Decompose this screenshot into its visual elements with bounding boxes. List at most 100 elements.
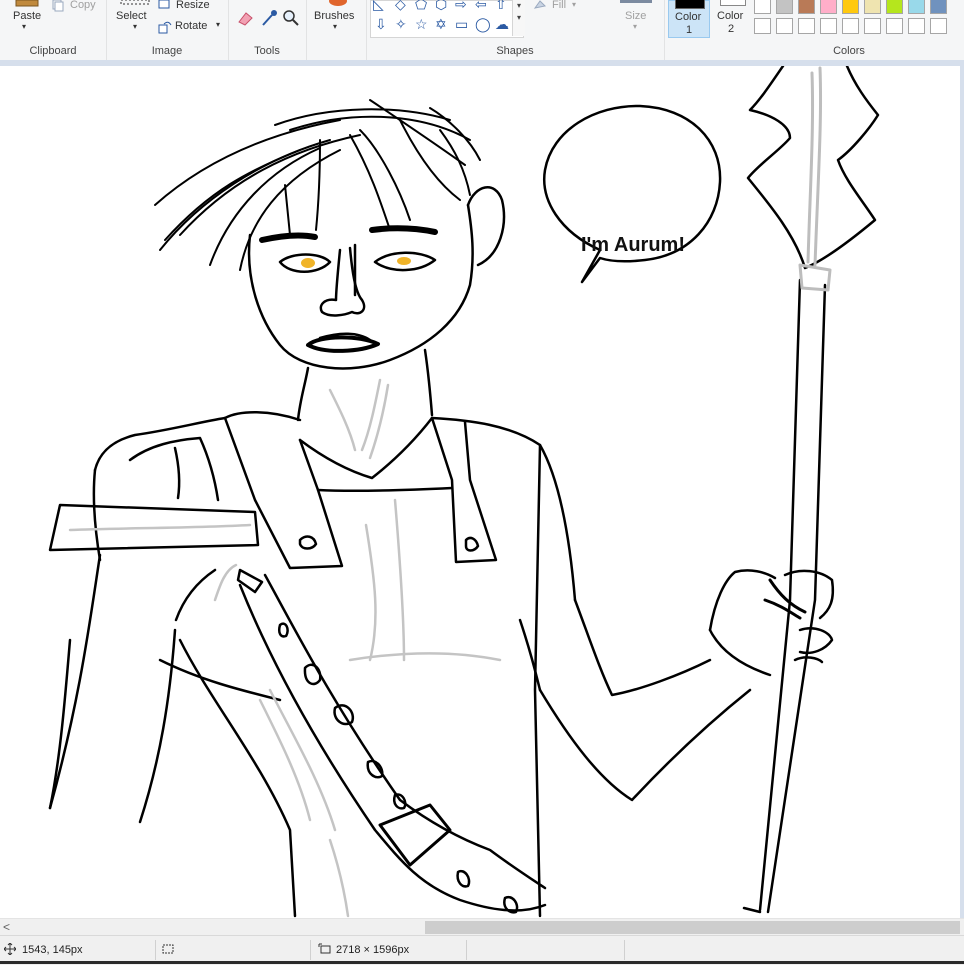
tools-group: Tools [228,0,307,60]
image-group: Select ▾ Resize Rotate ▾ Image [106,0,229,60]
down-arrow-shape-icon[interactable]: ⇩ [375,17,387,31]
left-arrow-shape-icon[interactable]: ⇦ [475,0,487,11]
character-drawing [48,66,880,918]
eraser-icon[interactable] [236,10,254,26]
color1-button[interactable]: Color 1 [668,0,710,38]
scroll-left-arrow-icon[interactable]: < [3,919,10,936]
color-swatch[interactable] [754,18,771,34]
up-arrow-shape-icon[interactable]: ⇧ [495,0,507,11]
cloud-callout-shape-icon[interactable]: ☁ [495,17,509,31]
brushes-label: Brushes [314,10,355,22]
fill-button[interactable]: Fill ▾ [532,0,592,14]
color-swatch[interactable] [820,18,837,34]
clipboard-group: Paste ▾ Copy Clipboard [0,0,107,60]
select-dropdown-icon[interactable]: ▾ [133,22,137,31]
image-size-icon [318,943,331,954]
color-swatch[interactable] [798,0,815,14]
shapes-gallery[interactable]: ◺ ◇ ⬠ ⬡ ⇨ ⇦ ⇧ ⇩ ✧ ☆ ✡ ▭ ◯ ☁ [370,0,524,38]
rotate-button[interactable]: Rotate ▾ [158,19,226,35]
paste-dropdown-icon[interactable]: ▾ [22,22,26,31]
color-swatch[interactable] [820,0,837,14]
rect-callout-shape-icon[interactable]: ▭ [455,17,468,31]
paste-label: Paste [13,10,42,22]
hexagon-shape-icon[interactable]: ⬡ [435,0,447,11]
image-size: 2718 × 1596px [336,944,410,956]
color-swatch[interactable] [908,0,925,14]
status-separator [624,940,625,960]
size-label: Size [625,10,647,22]
right-arrow-shape-icon[interactable]: ⇨ [455,0,467,11]
diamond-shape-icon[interactable]: ◇ [395,0,406,11]
clipboard-group-label: Clipboard [29,45,77,57]
cursor-position: 1543, 145px [22,944,83,956]
triangle-shape-icon[interactable]: ◺ [373,0,384,11]
brushes-group: Brushes ▾ [306,0,367,60]
color1-label: Color [675,11,702,23]
selection-size-icon [162,944,174,954]
tools-group-label: Tools [254,45,280,57]
color2-button[interactable]: Color 2 [712,0,752,38]
copy-label: Copy [70,0,96,11]
six-point-star-shape-icon[interactable]: ✡ [435,17,447,31]
fill-icon [533,0,547,9]
color-swatch[interactable] [776,0,793,14]
color-swatch[interactable] [842,0,859,14]
color-swatch[interactable] [776,18,793,34]
pentagon-shape-icon[interactable]: ⬠ [415,0,427,11]
select-label: Select [116,10,147,22]
color-swatch[interactable] [908,18,925,34]
color2-label: Color [717,10,744,22]
fill-dropdown-icon[interactable]: ▾ [572,0,576,9]
status-separator [310,940,311,960]
color-swatch[interactable] [886,0,903,14]
image-group-label: Image [151,45,183,57]
paste-button[interactable]: Paste ▾ [6,0,46,36]
cursor-position-icon [4,943,16,955]
oval-callout-shape-icon[interactable]: ◯ [475,17,491,31]
size-button[interactable]: Size ▾ [614,0,658,36]
resize-label: Resize [176,0,210,11]
brushes-dropdown-icon[interactable]: ▾ [333,22,337,31]
color-swatch[interactable] [798,18,815,34]
select-button[interactable]: Select ▾ [112,0,152,36]
size-dropdown-icon[interactable]: ▾ [633,22,637,31]
color-swatch[interactable] [864,0,881,14]
scrollbar-thumb[interactable] [425,921,960,934]
horizontal-scrollbar[interactable]: < [0,918,964,936]
copy-button[interactable]: Copy [52,0,102,14]
four-point-star-shape-icon[interactable]: ✧ [395,17,407,31]
colors-palette: Colors [754,0,964,60]
color1-swatch [675,0,705,9]
color2-number: 2 [728,23,735,35]
color-swatch[interactable] [930,18,947,34]
brush-icon [329,0,347,6]
shapes-scroll[interactable]: ▾ ▾ [512,0,525,36]
brushes-button[interactable]: Brushes ▾ [310,0,362,36]
resize-button[interactable]: Resize [158,0,224,14]
color-swatch[interactable] [886,18,903,34]
rotate-dropdown-icon[interactable]: ▾ [216,20,220,29]
status-separator [466,940,467,960]
color-swatch[interactable] [864,18,881,34]
color-swatch[interactable] [754,0,771,14]
speech-bubble-text: I'm Aurum! [580,234,685,256]
drawing-canvas[interactable]: I'm Aurum! [0,66,960,918]
colors-group-label: Colors [833,45,865,57]
canvas-right-edge [960,66,964,918]
status-separator [155,940,156,960]
fill-label: Fill [552,0,567,11]
five-point-star-shape-icon[interactable]: ☆ [415,17,428,31]
color2-swatch [720,0,746,6]
color1-number: 1 [686,24,693,36]
color-swatch[interactable] [842,18,859,34]
size-icon [620,0,652,3]
ribbon: Paste ▾ Copy Clipboard Select ▾ Resize R… [0,0,964,61]
rotate-label: Rotate [175,20,208,32]
resize-icon [158,0,170,9]
paste-icon [15,0,39,7]
color-swatch[interactable] [930,0,947,14]
torso [48,348,835,918]
color-picker-icon[interactable] [260,9,278,27]
rotate-icon [158,21,172,34]
magnifier-icon[interactable] [282,9,300,27]
